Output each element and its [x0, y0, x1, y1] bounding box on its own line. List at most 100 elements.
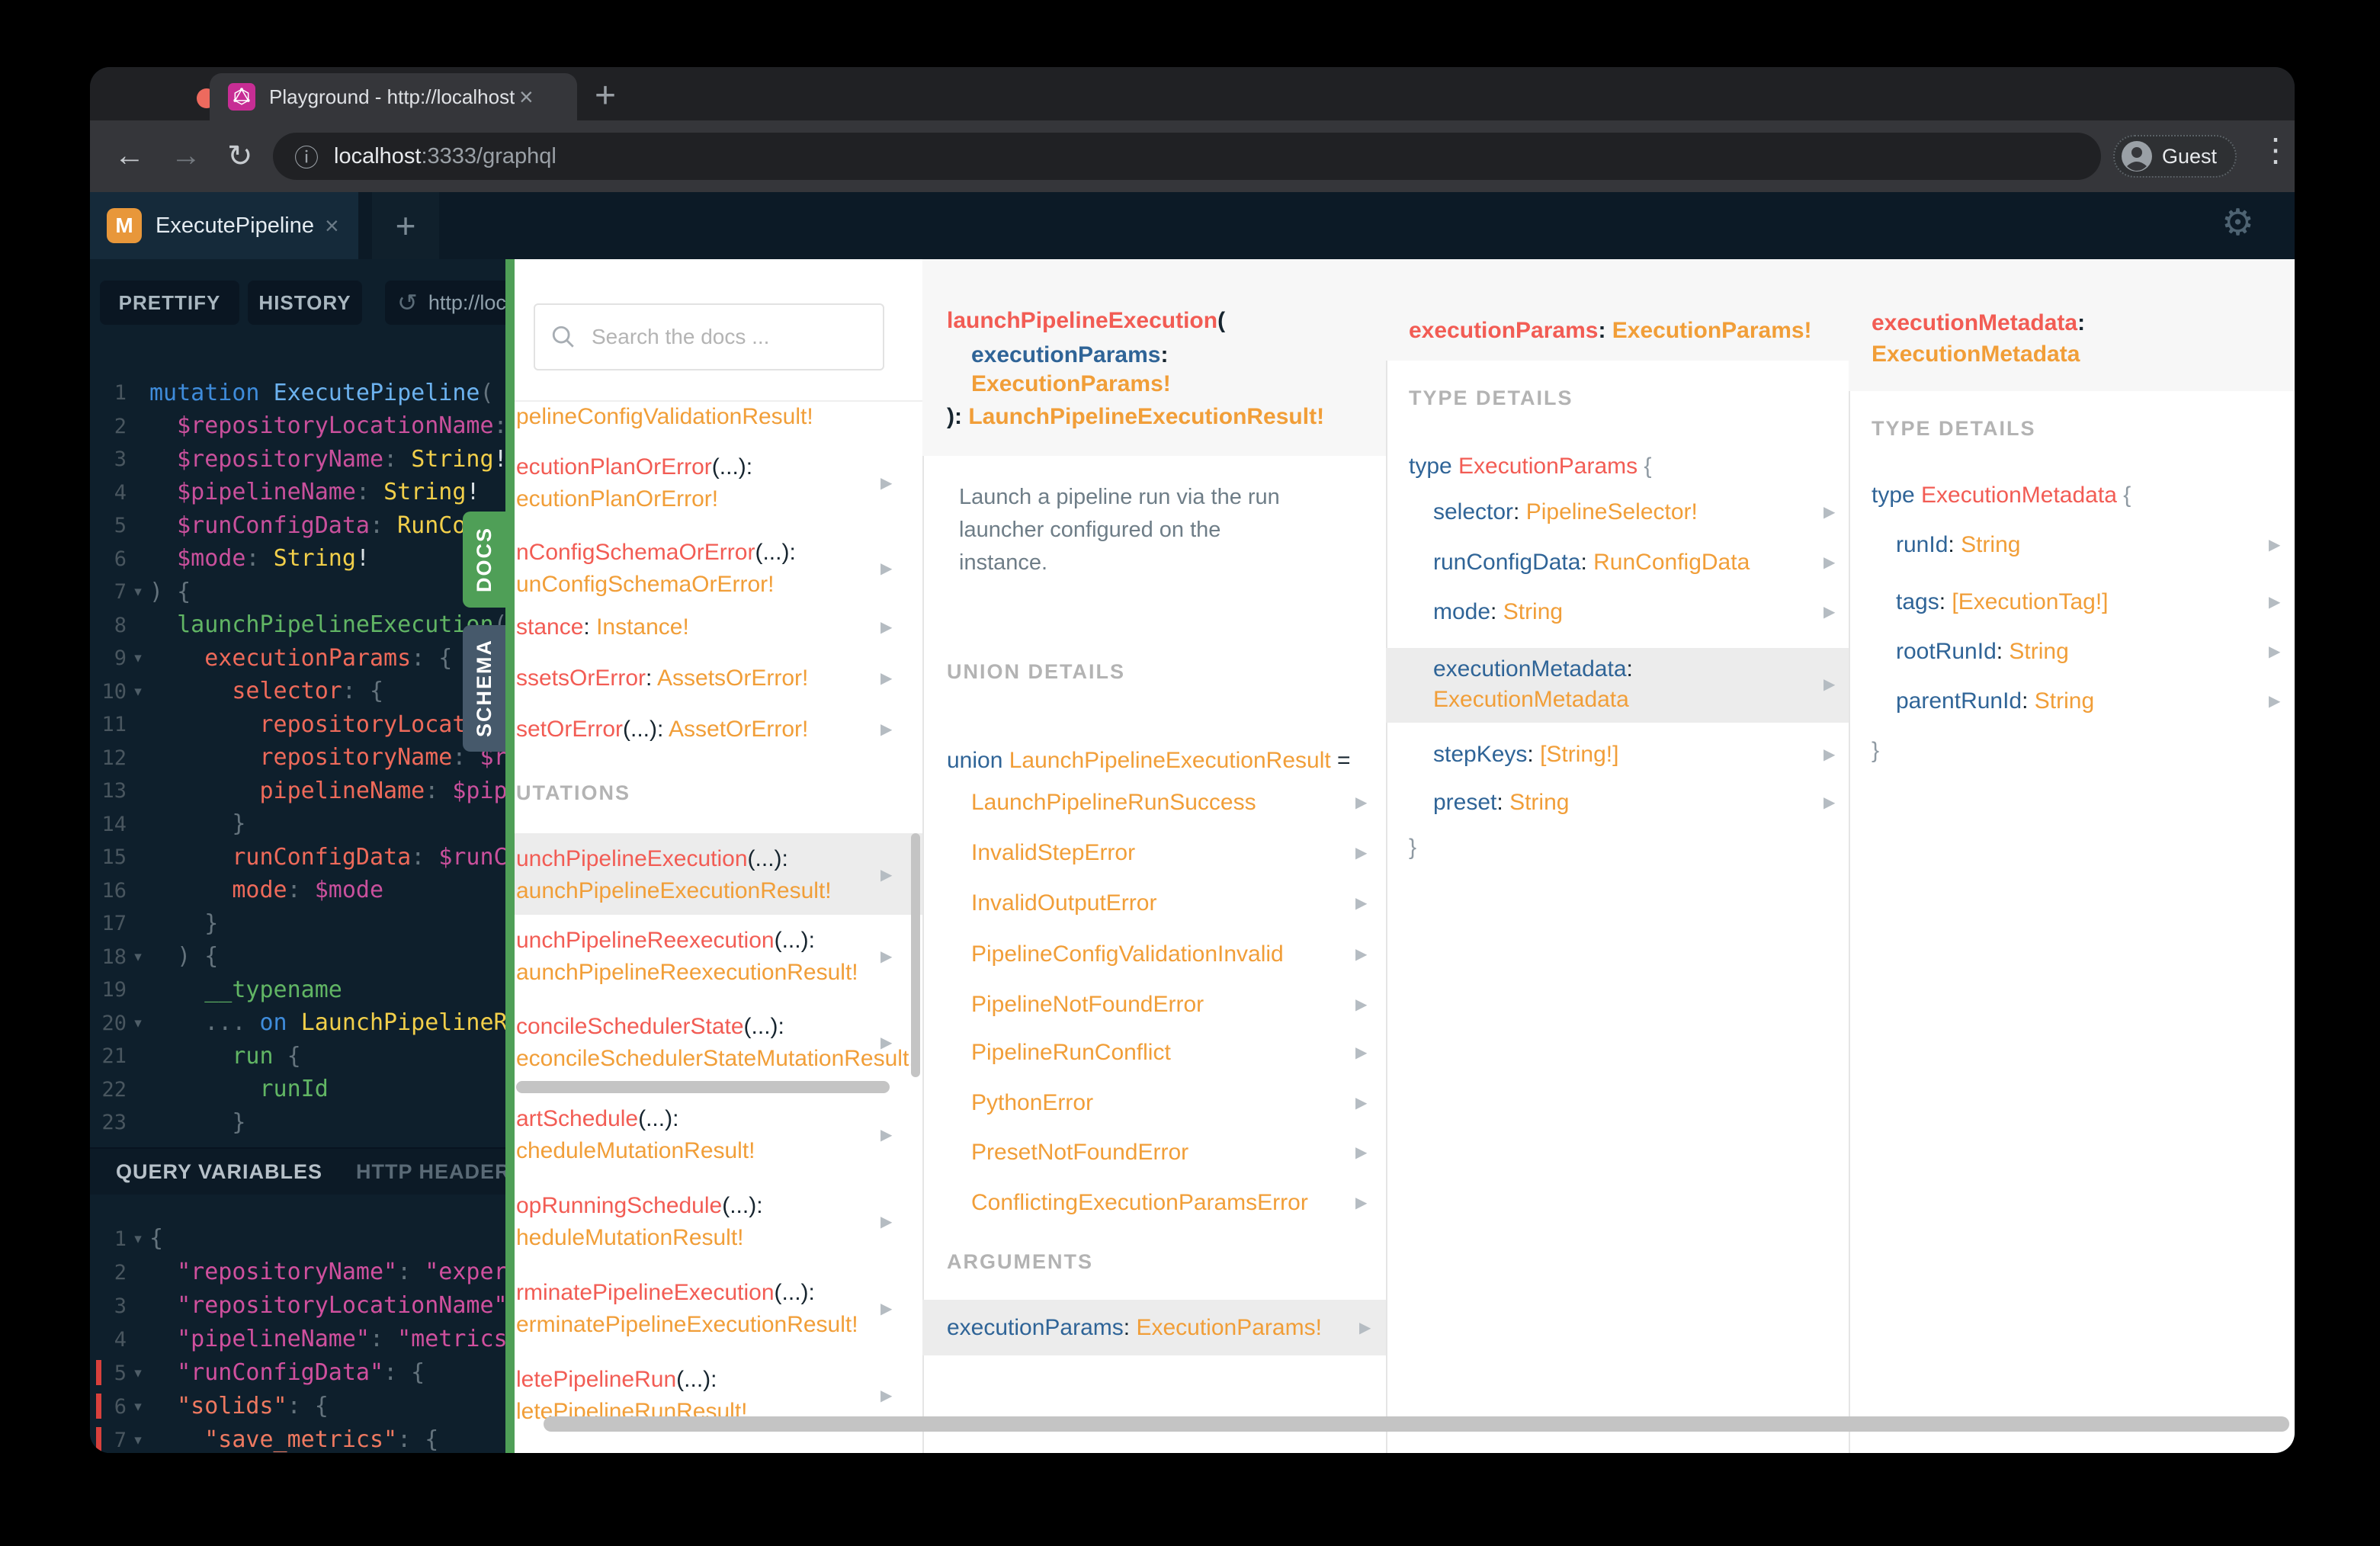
- expand-chevron-icon[interactable]: ▶: [1823, 552, 1835, 573]
- query-code-line[interactable]: 19 __typename: [90, 973, 505, 1007]
- expand-chevron-icon[interactable]: ▶: [1355, 944, 1367, 965]
- history-button[interactable]: HISTORY: [248, 281, 362, 325]
- docs-field-header[interactable]: launchPipelineExecution(: [947, 306, 1225, 336]
- docs-field-header[interactable]: ): LaunchPipelineExecutionResult!: [947, 402, 1324, 432]
- docs-bottom-hscrollbar[interactable]: [544, 1416, 2289, 1432]
- query-code-line[interactable]: 10 ▾ selector: {: [90, 675, 505, 709]
- docs-field-header[interactable]: executionMetadata:: [1872, 308, 2085, 338]
- expand-chevron-icon[interactable]: ▶: [1359, 1317, 1371, 1339]
- query-code-line[interactable]: 14 }: [90, 808, 505, 842]
- forward-icon[interactable]: →: [171, 139, 201, 173]
- query-editor-pane[interactable]: PRETTIFY HISTORY ↺ http://loc 1 mutation …: [90, 259, 505, 1453]
- settings-gear-icon[interactable]: ⚙: [2221, 201, 2254, 244]
- expand-chevron-icon[interactable]: ▶: [1355, 1192, 1367, 1214]
- expand-chevron-icon[interactable]: ▶: [1355, 994, 1367, 1015]
- query-code-line[interactable]: 13 pipelineName: $pipelineName: [90, 775, 505, 808]
- expand-chevron-icon[interactable]: ▶: [880, 719, 892, 740]
- docs-item[interactable]: aunchPipelineReexecutionResult!: [516, 957, 858, 988]
- expand-chevron-icon[interactable]: ▶: [880, 1298, 892, 1320]
- query-code-line[interactable]: 4 $pipelineName: String!: [90, 476, 505, 510]
- expand-chevron-icon[interactable]: ▶: [1823, 674, 1835, 695]
- query-code-line[interactable]: 5 $runConfigData: RunConfigData!: [90, 509, 505, 543]
- expand-chevron-icon[interactable]: ▶: [2269, 592, 2280, 613]
- fold-caret-icon[interactable]: ▾: [127, 650, 149, 667]
- variables-code-line[interactable]: 3 "repositoryLocationName":: [90, 1289, 505, 1323]
- docs-item[interactable]: nConfigSchemaOrError(...):: [516, 537, 796, 568]
- tab-query-variables[interactable]: QUERY VARIABLES: [116, 1160, 322, 1184]
- expand-chevron-icon[interactable]: ▶: [880, 668, 892, 689]
- query-code-line[interactable]: 20▾ ... on LaunchPipelineRunSuccess: [90, 1007, 505, 1041]
- docs-item-field[interactable]: executionMetadata:: [1433, 654, 1633, 685]
- fold-caret-icon[interactable]: ▾: [127, 1398, 149, 1416]
- new-tab-button[interactable]: +: [595, 75, 616, 117]
- docs-item[interactable]: concileSchedulerState(...):: [516, 1012, 784, 1042]
- prettify-button[interactable]: PRETTIFY: [100, 281, 239, 325]
- type-declaration[interactable]: type ExecutionMetadata {: [1872, 480, 2131, 511]
- docs-item[interactable]: ecutionPlanOrError!: [516, 484, 718, 515]
- variables-code-line[interactable]: 4 "pipelineName": "metrics: [90, 1323, 505, 1356]
- docs-item-union-member[interactable]: InvalidOutputError: [971, 888, 1156, 919]
- schema-side-tab[interactable]: SCHEMA: [463, 625, 505, 752]
- session-close-icon[interactable]: ×: [325, 212, 339, 240]
- session-tab-executepipeline[interactable]: M ExecutePipeline ×: [90, 192, 358, 259]
- docs-item[interactable]: setOrError(...): AssetOrError!: [516, 714, 808, 745]
- docs-item-union-member[interactable]: InvalidStepError: [971, 838, 1135, 868]
- query-code-line[interactable]: 11 repositoryLocationName: $repositoryLo…: [90, 708, 505, 742]
- docs-field-header[interactable]: executionParams: ExecutionParams!: [1409, 316, 1812, 346]
- query-code-line[interactable]: 3 $repositoryName: String!: [90, 443, 505, 476]
- expand-chevron-icon[interactable]: ▶: [1823, 744, 1835, 765]
- fold-caret-icon[interactable]: ▾: [127, 683, 149, 701]
- variables-code-line[interactable]: 7 ▾ "save_metrics": {: [90, 1423, 505, 1453]
- docs-column-hscrollbar[interactable]: [516, 1081, 890, 1093]
- expand-chevron-icon[interactable]: ▶: [1355, 1142, 1367, 1163]
- url-bar[interactable]: ⓘ localhost:3333/graphql: [273, 133, 2101, 180]
- query-code-editor[interactable]: 1 mutation ExecutePipeline(2 $repositoryL…: [90, 377, 505, 1140]
- tab-http-headers[interactable]: HTTP HEADERS: [356, 1160, 505, 1184]
- docs-item-field[interactable]: selector: PipelineSelector!: [1433, 497, 1698, 528]
- fold-caret-icon[interactable]: ▾: [127, 1230, 149, 1248]
- expand-chevron-icon[interactable]: ▶: [1355, 1042, 1367, 1063]
- docs-field-header[interactable]: executionParams:: [971, 340, 1168, 370]
- query-code-line[interactable]: 15 runConfigData: $runConfigData: [90, 841, 505, 874]
- expand-chevron-icon[interactable]: ▶: [1355, 893, 1367, 914]
- docs-item[interactable]: ecutionPlanOrError(...):: [516, 452, 752, 483]
- new-session-button[interactable]: +: [372, 192, 439, 259]
- query-code-line[interactable]: 2 $repositoryLocationName: String!: [90, 410, 505, 444]
- docs-item[interactable]: letePipelineRun(...):: [516, 1365, 717, 1395]
- docs-item-union-member[interactable]: PipelineConfigValidationInvalid: [971, 939, 1284, 970]
- query-code-line[interactable]: 12 repositoryName: $repositoryName: [90, 742, 505, 775]
- docs-item-field[interactable]: stepKeys: [String!]: [1433, 739, 1618, 770]
- variables-code-editor[interactable]: 1 ▾{2 "repositoryName": "exper 3 "reposito…: [90, 1222, 505, 1453]
- expand-chevron-icon[interactable]: ▶: [880, 558, 892, 579]
- expand-chevron-icon[interactable]: ▶: [2269, 691, 2280, 712]
- docs-item-field[interactable]: runConfigData: RunConfigData: [1433, 547, 1750, 578]
- docs-item[interactable]: stance: Instance!: [516, 612, 689, 643]
- docs-item[interactable]: econcileSchedulerStateMutationResult!: [516, 1044, 916, 1074]
- docs-search-box[interactable]: [534, 303, 884, 370]
- fold-caret-icon[interactable]: ▾: [127, 948, 149, 966]
- docs-item[interactable]: rminatePipelineExecution(...):: [516, 1278, 815, 1308]
- variables-code-line[interactable]: 1 ▾{: [90, 1222, 505, 1256]
- fold-caret-icon[interactable]: ▾: [127, 1432, 149, 1449]
- expand-chevron-icon[interactable]: ▶: [880, 1385, 892, 1406]
- expand-chevron-icon[interactable]: ▶: [880, 1124, 892, 1146]
- docs-item-field[interactable]: preset: String: [1433, 787, 1569, 818]
- expand-chevron-icon[interactable]: ▶: [1355, 842, 1367, 864]
- docs-item-union-member[interactable]: PythonError: [971, 1088, 1093, 1118]
- union-declaration[interactable]: union LaunchPipelineExecutionResult =: [947, 746, 1351, 776]
- expand-chevron-icon[interactable]: ▶: [1823, 502, 1835, 523]
- query-code-line[interactable]: 8 launchPipelineExecution(: [90, 609, 505, 643]
- site-info-icon[interactable]: ⓘ: [294, 139, 319, 174]
- docs-item[interactable]: unchPipelineReexecution(...):: [516, 925, 815, 956]
- fold-caret-icon[interactable]: ▾: [127, 583, 149, 601]
- docs-item[interactable]: artSchedule(...):: [516, 1104, 678, 1134]
- docs-item[interactable]: opRunningSchedule(...):: [516, 1191, 763, 1221]
- query-code-line[interactable]: 18 ▾ ) {: [90, 941, 505, 974]
- expand-chevron-icon[interactable]: ▶: [1355, 792, 1367, 813]
- variables-code-line[interactable]: 6 ▾ "solids": {: [90, 1390, 505, 1423]
- type-declaration[interactable]: type ExecutionParams {: [1409, 451, 1652, 482]
- query-code-line[interactable]: 1 mutation ExecutePipeline(: [90, 377, 505, 410]
- docs-search-input[interactable]: [590, 324, 868, 350]
- endpoint-reload-icon[interactable]: ↺: [397, 288, 418, 317]
- docs-item-field[interactable]: runId: String: [1896, 530, 2020, 560]
